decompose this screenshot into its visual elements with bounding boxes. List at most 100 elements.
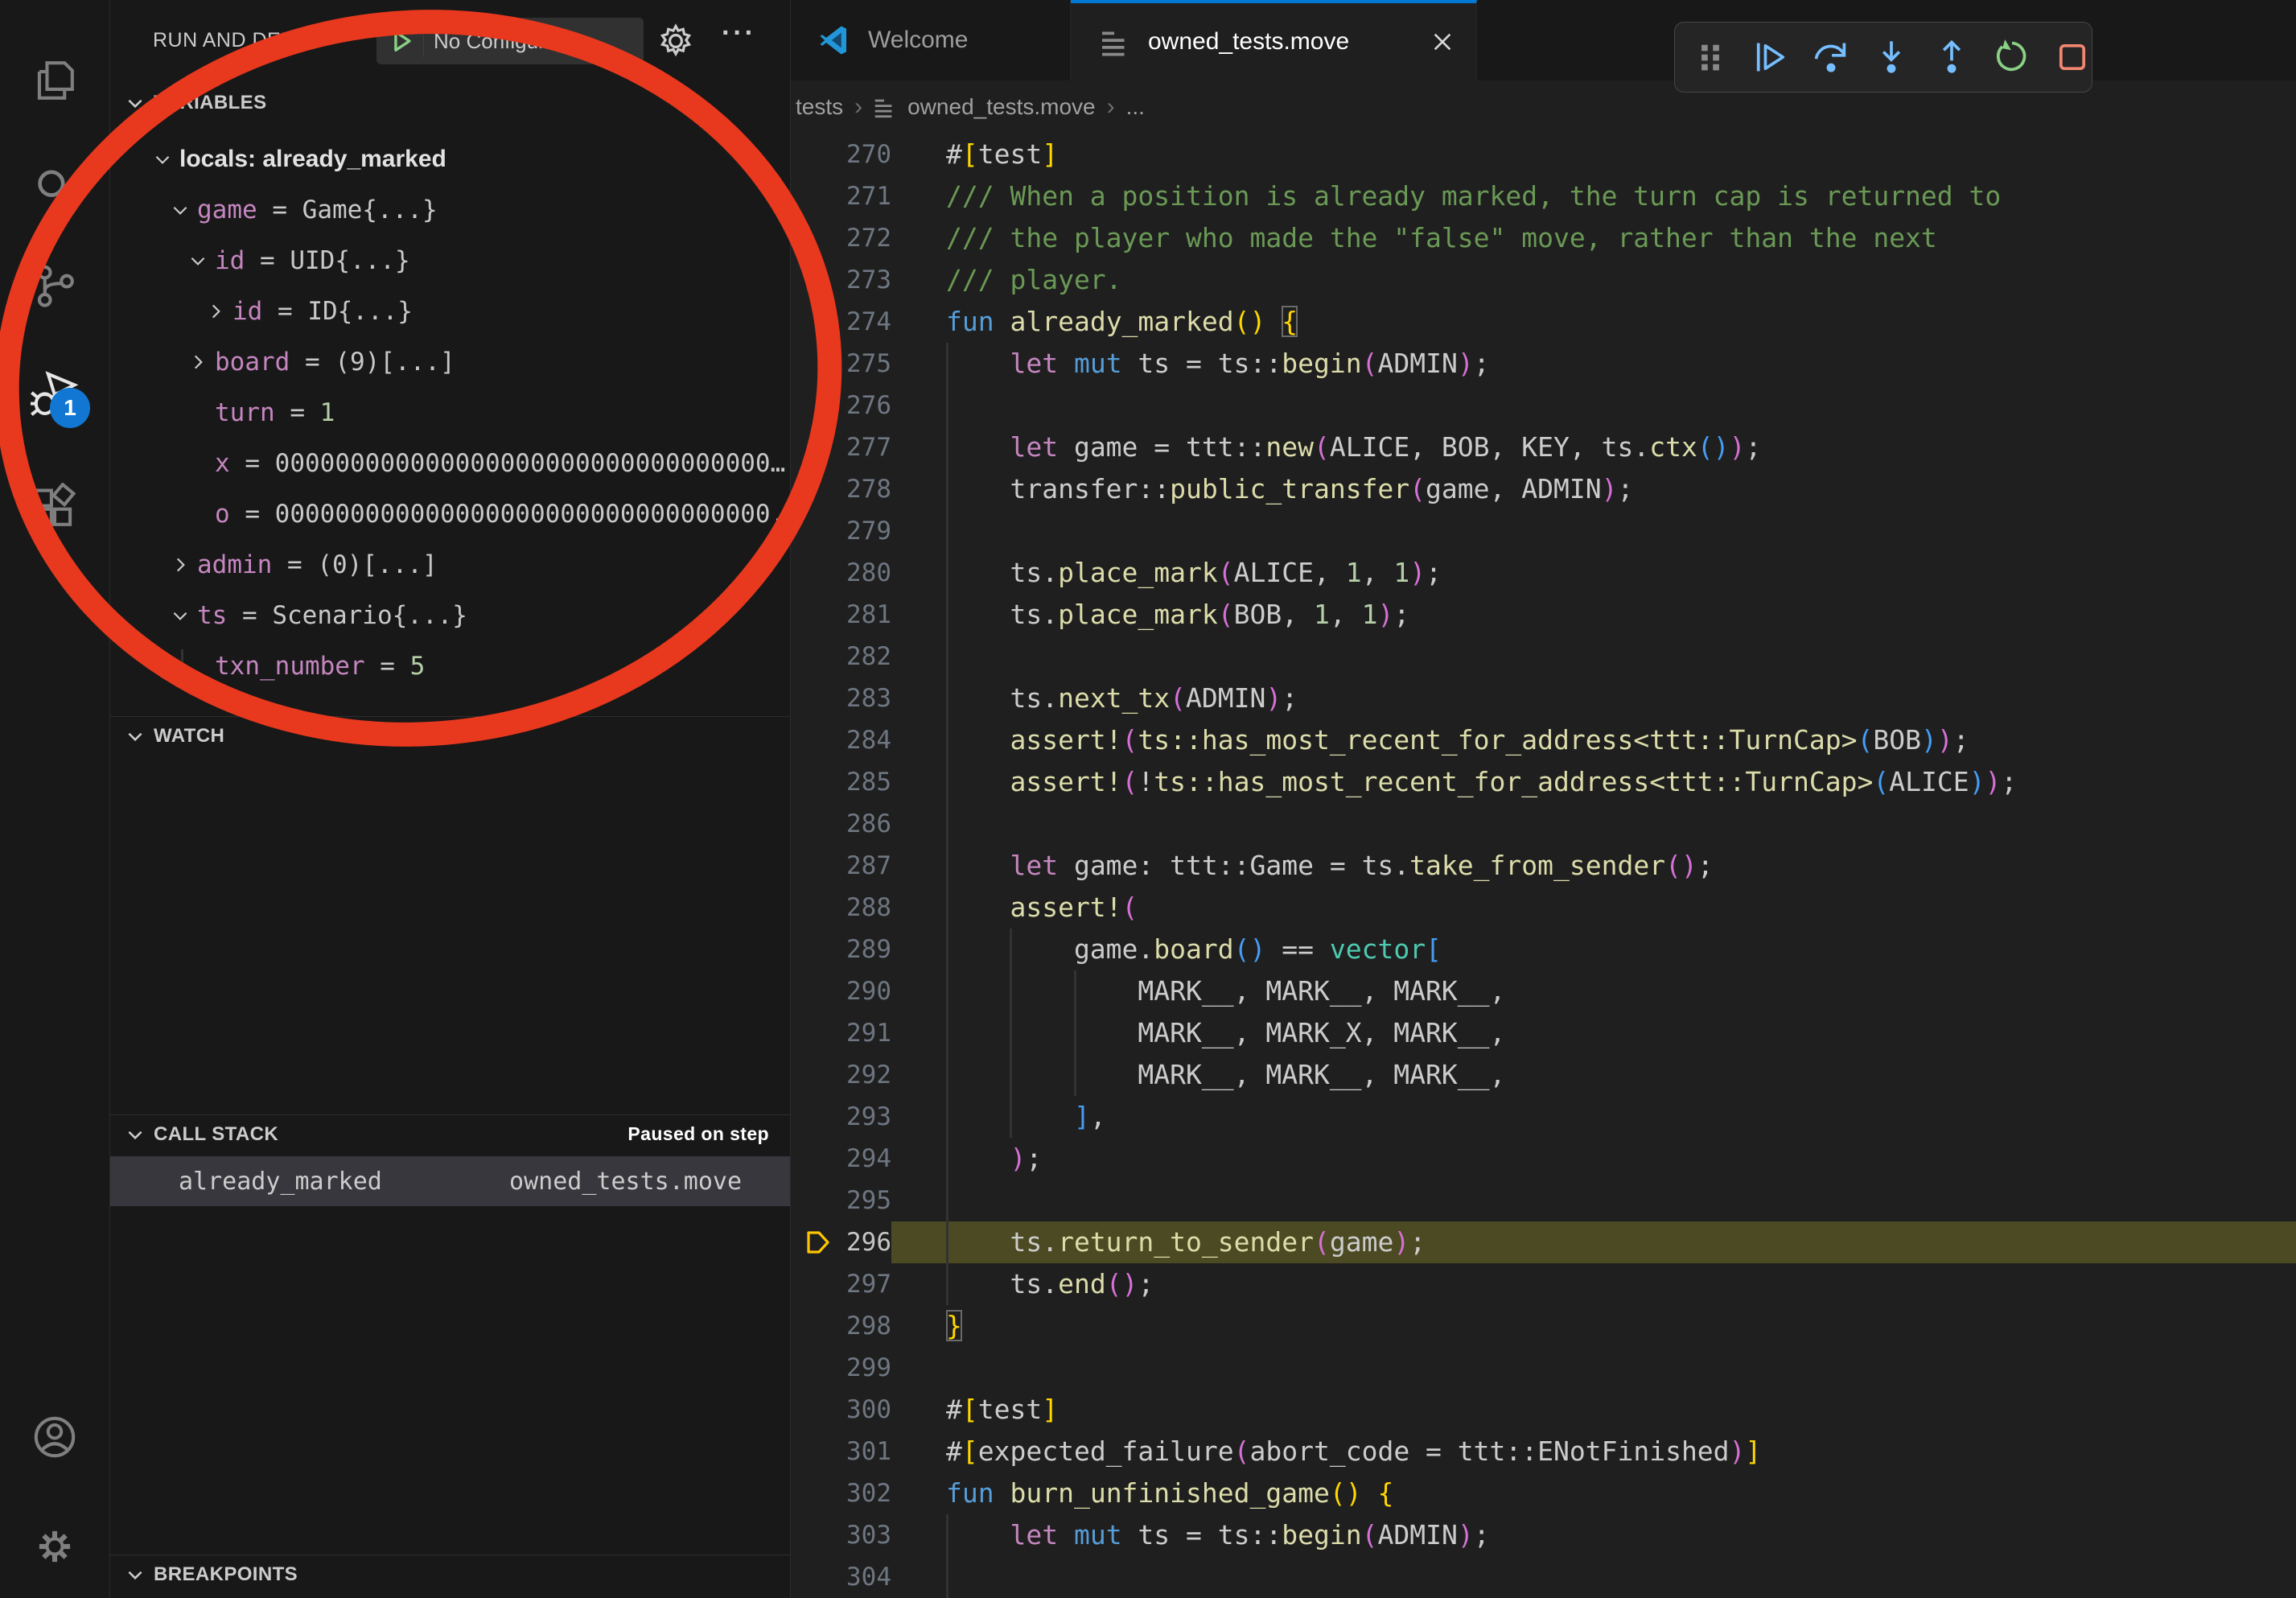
call-stack-section-header[interactable]: CALL STACK Paused on step: [110, 1114, 790, 1153]
equals-sign: =: [275, 398, 320, 427]
code-line[interactable]: 279: [791, 510, 2296, 552]
variable-value: (9)[...]: [335, 348, 455, 377]
code-line[interactable]: 278 transfer::public_transfer(game, ADMI…: [791, 468, 2296, 510]
code-line[interactable]: 294 );: [791, 1138, 2296, 1180]
chevron-down-icon: [152, 149, 173, 170]
code-line[interactable]: 300#[test]: [791, 1389, 2296, 1431]
variables-tree-item[interactable]: x = 000000000000000000000000000000000…: [110, 438, 790, 488]
code-line[interactable]: 291 MARK__, MARK_X, MARK__,: [791, 1012, 2296, 1054]
stop-button[interactable]: [2053, 38, 2092, 76]
equals-sign: =: [290, 348, 335, 377]
code-line[interactable]: 304: [791, 1556, 2296, 1598]
tab-owned-tests-label: owned_tests.move: [1148, 28, 1349, 56]
launch-config-dropdown[interactable]: No Configur: [376, 18, 644, 64]
debug-current-line-icon: [804, 1228, 833, 1257]
variable-value: Scenario{...}: [272, 601, 467, 630]
continue-button[interactable]: [1751, 38, 1790, 76]
watch-section-header[interactable]: WATCH: [110, 716, 790, 755]
variables-tree-item[interactable]: locals: already_marked: [110, 134, 790, 184]
move-file-icon: [1098, 26, 1130, 58]
variables-tree-item[interactable]: id = UID{...}: [110, 235, 790, 286]
code-line[interactable]: 274fun already_marked() {: [791, 301, 2296, 343]
variable-value: 000000000000000000000000000000000…: [275, 449, 786, 478]
breakpoints-section-label: BREAKPOINTS: [154, 1563, 298, 1586]
code-line[interactable]: 271/// When a position is already marked…: [791, 175, 2296, 217]
step-into-button[interactable]: [1872, 38, 1911, 76]
code-line[interactable]: 286: [791, 803, 2296, 845]
move-file-icon: [872, 95, 896, 119]
variables-tree-item[interactable]: o = 000000000000000000000000000000000.: [110, 488, 790, 539]
variable-name: turn: [215, 398, 275, 427]
variable-value: 000000000000000000000000000000000.: [275, 500, 786, 529]
variables-tree-item[interactable]: id = ID{...}: [110, 286, 790, 336]
breadcrumb-item-file[interactable]: owned_tests.move: [907, 94, 1095, 120]
variables-tree-item[interactable]: game = Game{...}: [110, 184, 790, 235]
extensions-icon[interactable]: [31, 483, 79, 531]
debug-settings-gear-icon[interactable]: [654, 19, 697, 63]
code-line[interactable]: 302fun burn_unfinished_game() {: [791, 1472, 2296, 1514]
code-line[interactable]: 301#[expected_failure(abort_code = ttt::…: [791, 1431, 2296, 1472]
breadcrumb-item-symbol[interactable]: ...: [1126, 94, 1145, 120]
frame-function-name: already_marked: [179, 1168, 382, 1196]
code-line[interactable]: 280 ts.place_mark(ALICE, 1, 1);: [791, 552, 2296, 594]
code-line[interactable]: 297 ts.end();: [791, 1263, 2296, 1305]
code-line[interactable]: 281 ts.place_mark(BOB, 1, 1);: [791, 594, 2296, 636]
code-line[interactable]: 292 MARK__, MARK__, MARK__,: [791, 1054, 2296, 1096]
account-icon[interactable]: [31, 1413, 79, 1461]
code-line[interactable]: 303 let mut ts = ts::begin(ADMIN);: [791, 1514, 2296, 1556]
chevron-right-icon: [205, 301, 226, 322]
code-line[interactable]: 277 let game = ttt::new(ALICE, BOB, KEY,…: [791, 426, 2296, 468]
code-line[interactable]: 276: [791, 385, 2296, 426]
code-line[interactable]: 275 let mut ts = ts::begin(ADMIN);: [791, 343, 2296, 385]
step-out-button[interactable]: [1932, 38, 1971, 76]
code-line[interactable]: 283 ts.next_tx(ADMIN);: [791, 678, 2296, 719]
code-line[interactable]: 289 game.board() == vector[: [791, 929, 2296, 970]
debug-toolbar: [1674, 22, 2092, 93]
variable-name: ts: [197, 601, 227, 630]
variable-name: board: [215, 348, 290, 377]
code-lines[interactable]: 270#[test]271/// When a position is alre…: [791, 134, 2296, 1598]
debug-badge: 1: [50, 388, 90, 428]
close-icon[interactable]: [1430, 29, 1455, 55]
code-line[interactable]: 273/// player.: [791, 259, 2296, 301]
code-line[interactable]: 287 let game: ttt::Game = ts.take_from_s…: [791, 845, 2296, 887]
code-line[interactable]: 296 ts.return_to_sender(game);: [791, 1221, 2296, 1263]
search-icon[interactable]: [31, 165, 79, 213]
code-line[interactable]: 285 assert!(!ts::has_most_recent_for_add…: [791, 761, 2296, 803]
tab-welcome[interactable]: Welcome: [791, 0, 1071, 80]
chevron-down-icon: [170, 200, 191, 220]
scope-label: locals: already_marked: [179, 146, 446, 173]
code-line[interactable]: 293 ],: [791, 1096, 2296, 1138]
breakpoints-section-header[interactable]: BREAKPOINTS: [110, 1555, 790, 1593]
variable-name: game: [197, 196, 257, 224]
code-line[interactable]: 290 MARK__, MARK__, MARK__,: [791, 970, 2296, 1012]
restart-button[interactable]: [1993, 38, 2031, 76]
variables-tree-item[interactable]: turn = 1: [110, 387, 790, 438]
code-line[interactable]: 288 assert!(: [791, 887, 2296, 929]
views-more-actions-icon[interactable]: ···: [722, 18, 756, 49]
explorer-icon[interactable]: [31, 56, 79, 105]
variables-tree-item[interactable]: admin = (0)[...]: [110, 539, 790, 590]
code-line[interactable]: 272/// the player who made the "false" m…: [791, 217, 2296, 259]
step-over-button[interactable]: [1812, 38, 1850, 76]
code-line[interactable]: 299: [791, 1347, 2296, 1389]
equals-sign: =: [230, 500, 275, 529]
equals-sign: =: [227, 601, 272, 630]
watch-section-label: WATCH: [154, 725, 224, 748]
breadcrumb-item-tests[interactable]: tests: [796, 94, 843, 120]
settings-gear-icon[interactable]: [31, 1522, 79, 1571]
code-line[interactable]: 270#[test]: [791, 134, 2296, 175]
code-line[interactable]: 295: [791, 1180, 2296, 1221]
variables-tree-item[interactable]: board = (9)[...]: [110, 336, 790, 387]
code-line[interactable]: 284 assert!(ts::has_most_recent_for_addr…: [791, 719, 2296, 761]
tab-owned-tests-move[interactable]: owned_tests.move: [1071, 0, 1477, 80]
code-line[interactable]: 282: [791, 636, 2296, 678]
variables-tree-item[interactable]: txn_number = 5: [110, 640, 790, 691]
call-stack-frame[interactable]: already_marked owned_tests.move: [110, 1156, 790, 1206]
toolbar-drag-grip[interactable]: [1691, 38, 1730, 76]
source-control-icon[interactable]: [31, 262, 79, 310]
variables-section-header[interactable]: VARIABLES: [110, 84, 790, 122]
code-line[interactable]: 298}: [791, 1305, 2296, 1347]
equals-sign: =: [230, 449, 275, 478]
variables-tree-item[interactable]: ts = Scenario{...}: [110, 590, 790, 640]
